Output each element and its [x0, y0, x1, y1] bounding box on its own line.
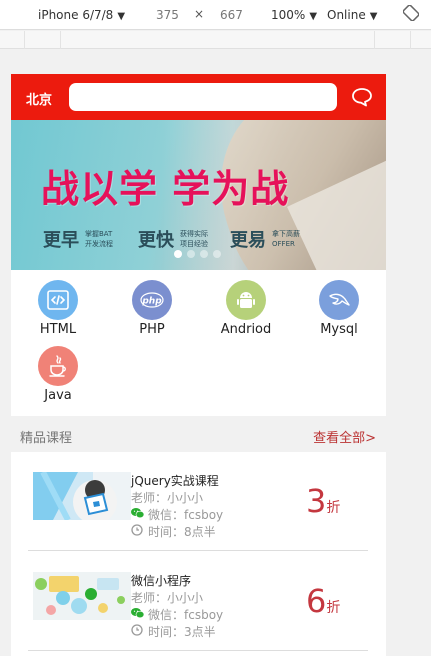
- course-discount: 3折: [306, 482, 340, 520]
- slogan-small: 获得实际 项目经验: [180, 229, 208, 249]
- category-label: Mysql: [320, 322, 358, 337]
- dimension-separator: ×: [194, 7, 205, 21]
- code-icon: [38, 280, 78, 320]
- course-teacher: 老师：小小小: [131, 591, 204, 605]
- slogan-line: 项目经验: [180, 240, 208, 248]
- category-android[interactable]: Andriod: [206, 270, 286, 337]
- slogan-big: 更易: [230, 230, 266, 251]
- category-html[interactable]: HTML: [18, 270, 98, 337]
- course-wechat: 微信：fcsboy: [148, 608, 224, 622]
- java-cup-icon: [38, 346, 78, 386]
- slogan-big: 更早: [43, 230, 79, 251]
- course-item[interactable]: jQuery实战课程 老师：小小小 微信：fcsboy 时间：8点半 3折: [11, 452, 386, 552]
- slogan-line: 拿下高薪: [272, 230, 300, 238]
- category-label: PHP: [139, 322, 165, 337]
- mysql-dolphin-icon: [319, 280, 359, 320]
- media-query-ruler: [0, 31, 431, 49]
- category-mysql[interactable]: Mysql: [299, 270, 379, 337]
- mobile-viewport: 北京 战以学 学为战 更早 掌握BAT 开发流程 更快 获得实际项目经验 更易 拿…: [11, 74, 386, 656]
- php-icon: php: [132, 280, 172, 320]
- discount-unit: 折: [326, 600, 341, 616]
- devtools-toolbar: iPhone 6/7/8 ▼ 375 × 667 100% ▼ Online ▼: [0, 0, 431, 30]
- slogan-line: OFFER: [272, 240, 295, 248]
- view-all-link[interactable]: 查看全部>: [313, 427, 376, 446]
- course-teacher: 老师：小小小: [131, 491, 204, 505]
- section-header: 精品课程 查看全部>: [11, 416, 386, 452]
- divider: [28, 550, 368, 551]
- promo-banner[interactable]: 战以学 学为战 更早 掌握BAT 开发流程 更快 获得实际项目经验 更易 拿下高薪…: [11, 120, 386, 270]
- top-header: 北京: [11, 74, 386, 120]
- course-thumbnail: [33, 472, 131, 520]
- course-name: jQuery实战课程: [131, 474, 219, 488]
- course-thumbnail: [33, 572, 131, 620]
- svg-text:php: php: [141, 297, 162, 307]
- category-php[interactable]: php PHP: [112, 270, 192, 337]
- slogan-small: 掌握BAT 开发流程: [85, 229, 113, 249]
- slogan-line: 开发流程: [85, 240, 113, 248]
- caret-down-icon: ▼: [309, 11, 318, 22]
- zoom-label: 100%: [271, 8, 306, 22]
- rotate-icon[interactable]: [403, 5, 419, 21]
- carousel-dot[interactable]: [213, 250, 221, 258]
- discount-unit: 折: [326, 500, 341, 516]
- android-icon: [226, 280, 266, 320]
- banner-title: 战以学 学为战: [41, 166, 290, 211]
- carousel-dot[interactable]: [200, 250, 208, 258]
- network-label: Online: [327, 8, 366, 22]
- carousel-dot-active[interactable]: [174, 250, 182, 258]
- category-label: Java: [44, 388, 72, 403]
- message-icon[interactable]: [351, 87, 373, 107]
- course-wechat: 微信：fcsboy: [148, 508, 224, 522]
- category-grid: HTML php PHP Andriod Mysql Java: [11, 270, 386, 416]
- course-name: 微信小程序: [131, 574, 192, 588]
- course-discount: 6折: [306, 582, 340, 620]
- caret-down-icon: ▼: [369, 11, 378, 22]
- network-select[interactable]: Online ▼: [327, 8, 377, 22]
- category-label: HTML: [39, 322, 77, 337]
- height-input[interactable]: 667: [220, 8, 243, 22]
- discount-value: 6: [306, 582, 327, 620]
- clock-icon: [131, 624, 143, 636]
- device-select[interactable]: iPhone 6/7/8 ▼: [38, 8, 125, 22]
- city-selector[interactable]: 北京: [26, 89, 52, 108]
- slogan-line: 掌握BAT: [85, 230, 113, 238]
- zoom-select[interactable]: 100% ▼: [271, 8, 317, 22]
- width-input[interactable]: 375: [156, 8, 179, 22]
- category-java[interactable]: Java: [18, 336, 98, 403]
- category-label: Andriod: [220, 322, 272, 337]
- section-title: 精品课程: [20, 431, 73, 446]
- search-input[interactable]: [69, 83, 337, 111]
- device-label: iPhone 6/7/8: [38, 8, 114, 22]
- course-time: 时间：8点半: [148, 525, 216, 539]
- slogan-line: 获得实际: [180, 230, 208, 238]
- course-time: 时间：3点半: [148, 625, 216, 639]
- divider: [28, 650, 368, 651]
- slogan-big: 更快: [138, 230, 174, 251]
- slogan-small: 拿下高薪 OFFER: [272, 229, 300, 249]
- clock-icon: [131, 524, 143, 536]
- discount-value: 3: [306, 482, 327, 520]
- wechat-icon: [131, 608, 144, 619]
- wechat-icon: [131, 508, 144, 519]
- carousel-dot[interactable]: [187, 250, 195, 258]
- caret-down-icon: ▼: [117, 11, 126, 22]
- course-item[interactable]: 微信小程序 老师：小小小 微信：fcsboy 时间：3点半 6折: [11, 552, 386, 652]
